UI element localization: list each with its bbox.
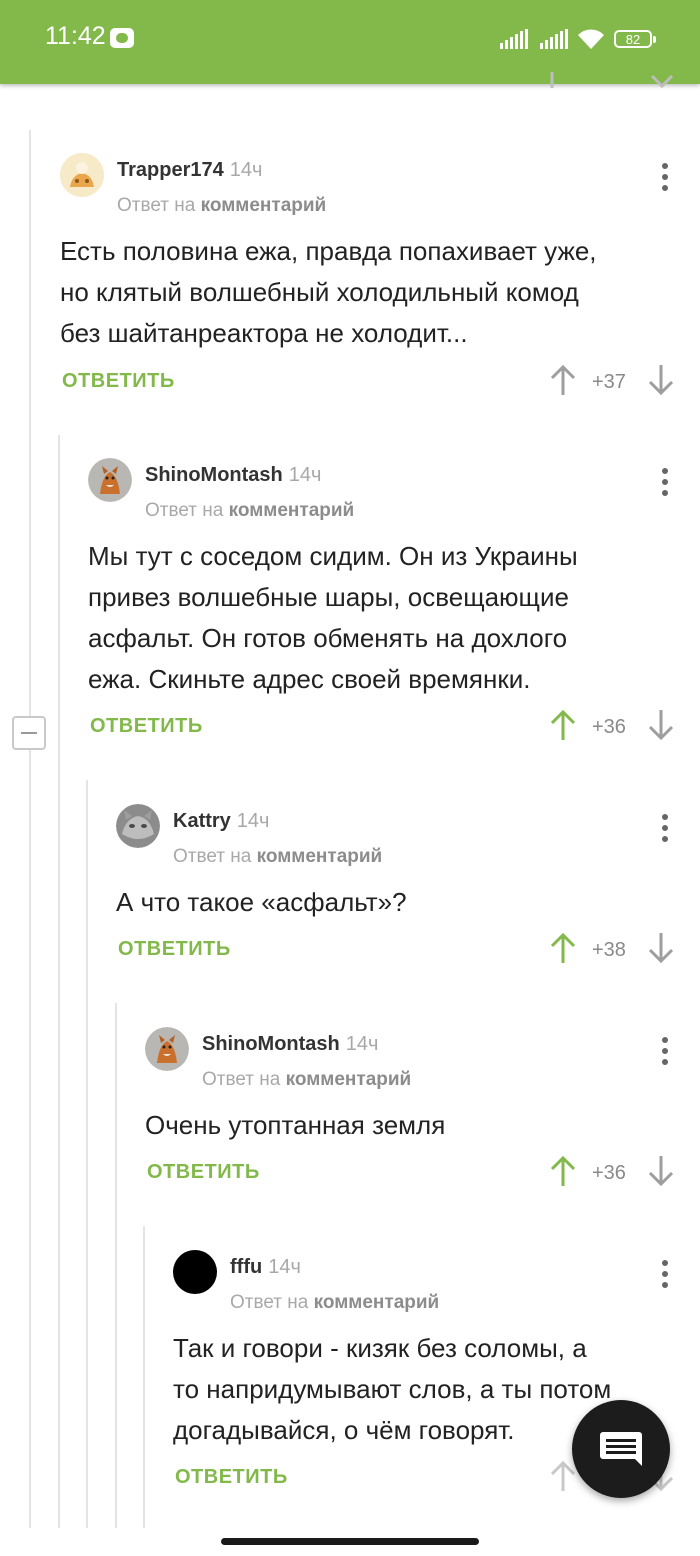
avatar[interactable] — [145, 1027, 189, 1071]
vote-score: +36 — [592, 1162, 626, 1184]
comment: Trapper174 14ч Ответ на комментарий Есть … — [60, 153, 700, 413]
vote-controls: +37 — [550, 362, 674, 402]
collapse-thread-button[interactable] — [12, 716, 46, 750]
comment-text: Очень утоптанная земля — [145, 1110, 446, 1140]
arrow-down-icon[interactable] — [648, 364, 674, 396]
arrow-up-icon[interactable] — [550, 1155, 576, 1187]
reply-button[interactable]: ОТВЕТИТЬ — [90, 715, 203, 738]
reply-to: Ответ на комментарий — [173, 846, 383, 867]
arrow-up-icon[interactable] — [550, 709, 576, 741]
avatar-image — [145, 1027, 189, 1071]
thread-line — [58, 435, 60, 1528]
comment-text: Есть половина ежа, правда попахивает уже… — [60, 236, 597, 348]
comment-time: 14ч — [345, 1033, 379, 1055]
status-indicators: 82 — [500, 26, 656, 52]
avatar[interactable] — [88, 458, 132, 502]
more-vertical-icon[interactable] — [662, 468, 668, 496]
reply-to: Ответ на комментарий — [117, 195, 327, 216]
comment-text: Мы тут с соседом сидим. Он из Украины пр… — [88, 541, 578, 694]
comment-time: 14ч — [268, 1256, 301, 1278]
wifi-icon — [578, 29, 604, 49]
comment-actions: ОТВЕТИТЬ +38 — [116, 930, 700, 970]
comment-text: А что такое «асфальт»? — [116, 887, 407, 917]
reply-to: Ответ на комментарий — [202, 1069, 412, 1090]
comment-actions: ОТВЕТИТЬ +36 — [88, 707, 700, 747]
arrow-up-icon[interactable] — [550, 364, 576, 396]
comment-actions: ОТВЕТИТЬ +36 — [145, 1153, 700, 1193]
reply-button[interactable]: ОТВЕТИТЬ — [62, 370, 175, 393]
comment-author[interactable]: ShinoMontash 14ч — [145, 464, 321, 487]
previous-vote-arrows — [550, 72, 674, 88]
more-vertical-icon[interactable] — [662, 163, 668, 191]
comment-author[interactable]: Kattry 14ч — [173, 810, 269, 833]
more-vertical-icon[interactable] — [662, 1037, 668, 1065]
reply-to: Ответ на комментарий — [230, 1292, 440, 1313]
comment: ShinoMontash 14ч Ответ на комментарий Мы … — [88, 458, 700, 758]
arrow-down-icon[interactable] — [648, 709, 674, 741]
reply-to-link[interactable]: комментарий — [201, 195, 327, 216]
comment-author[interactable]: ShinoMontash 14ч — [202, 1033, 378, 1056]
avatar-image — [88, 458, 132, 502]
vote-controls: +36 — [550, 1153, 674, 1193]
thread-line — [86, 780, 88, 1528]
reply-to: Ответ на комментарий — [145, 500, 355, 521]
more-vertical-icon[interactable] — [662, 814, 668, 842]
status-time: 11:42 — [45, 22, 106, 50]
reply-to-link[interactable]: комментарий — [286, 1069, 412, 1090]
comment-author[interactable]: fffu 14ч — [230, 1256, 301, 1279]
thread-line — [115, 1003, 117, 1528]
avatar-image — [116, 804, 160, 848]
vote-score: +37 — [592, 371, 626, 393]
reply-button[interactable]: ОТВЕТИТЬ — [175, 1466, 288, 1489]
reply-to-link[interactable]: комментарий — [314, 1292, 440, 1313]
reply-button[interactable]: ОТВЕТИТЬ — [147, 1161, 260, 1184]
avatar[interactable] — [116, 804, 160, 848]
battery-icon: 82 — [614, 30, 656, 48]
signal-icon — [500, 29, 528, 49]
comment-time: 14ч — [229, 159, 263, 181]
arrow-down-icon[interactable] — [648, 1155, 674, 1187]
comment-icon — [600, 1432, 642, 1466]
more-vertical-icon[interactable] — [662, 1260, 668, 1288]
avatar[interactable] — [173, 1250, 217, 1294]
comment-time: 14ч — [288, 464, 322, 486]
avatar-image — [60, 153, 104, 197]
new-comment-button[interactable] — [572, 1400, 670, 1498]
comment-time: 14ч — [236, 810, 270, 832]
comment-actions: ОТВЕТИТЬ +37 — [60, 362, 700, 402]
reply-to-link[interactable]: комментарий — [257, 846, 383, 867]
comment: ShinoMontash 14ч Ответ на комментарий Оче… — [145, 1027, 700, 1207]
vote-score: +36 — [592, 716, 626, 738]
vote-score: +38 — [592, 939, 626, 961]
vote-controls: +38 — [550, 930, 674, 970]
thread-line — [29, 130, 31, 1528]
reply-button[interactable]: ОТВЕТИТЬ — [118, 938, 231, 961]
battery-level: 82 — [625, 31, 641, 47]
vote-controls: +36 — [550, 707, 674, 747]
thread-line — [143, 1226, 145, 1528]
screen-record-icon — [110, 28, 134, 48]
avatar[interactable] — [60, 153, 104, 197]
comment-author[interactable]: Trapper174 14ч — [117, 159, 262, 182]
reply-to-link[interactable]: комментарий — [229, 500, 355, 521]
arrow-down-icon[interactable] — [648, 932, 674, 964]
signal-icon — [540, 29, 568, 49]
home-indicator[interactable] — [221, 1538, 479, 1545]
arrow-up-icon[interactable] — [550, 932, 576, 964]
comment-text: Так и говори - кизяк без соломы, а то на… — [173, 1333, 612, 1445]
comment: Kattry 14ч Ответ на комментарий А что так… — [116, 804, 700, 984]
